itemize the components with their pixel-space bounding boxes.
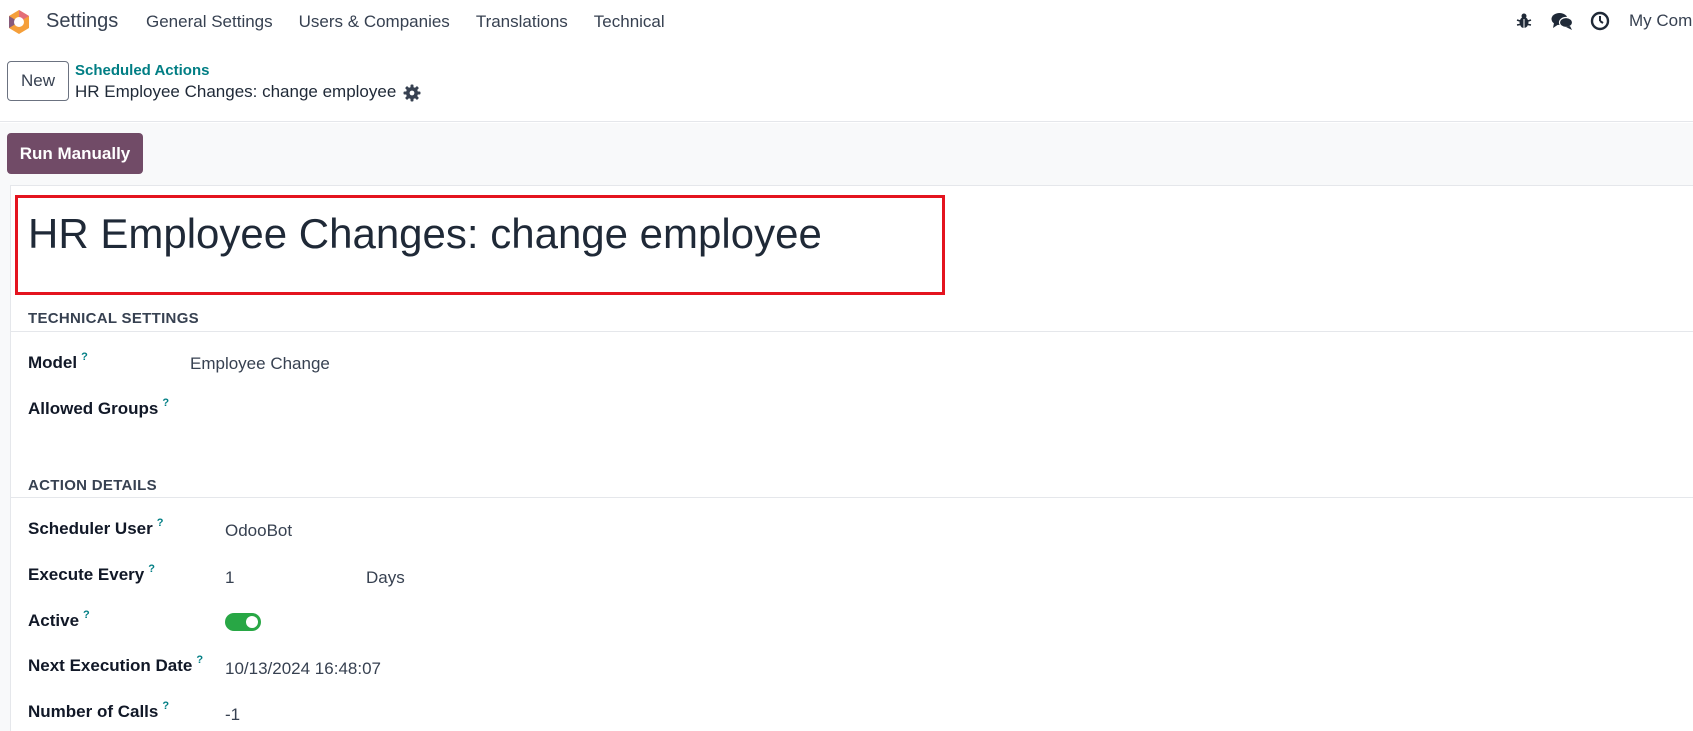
execute-every-number-input[interactable]: 1 — [225, 568, 234, 588]
gear-icon[interactable] — [403, 84, 421, 102]
company-switcher[interactable]: My Com — [1629, 11, 1693, 31]
top-navbar: Settings General Settings Users & Compan… — [0, 0, 1693, 44]
new-button[interactable]: New — [7, 61, 69, 101]
model-label: Model? — [28, 351, 88, 372]
next-execution-date-help-icon[interactable]: ? — [196, 654, 203, 666]
app-name[interactable]: Settings — [46, 10, 118, 33]
execute-every-label: Execute Every? — [28, 563, 155, 584]
systray: My Com — [1497, 10, 1693, 32]
section-technical-settings: TECHNICAL SETTINGS — [28, 310, 199, 327]
menu-technical[interactable]: Technical — [594, 12, 665, 32]
menu-users-companies[interactable]: Users & Companies — [299, 12, 450, 32]
model-help-icon[interactable]: ? — [81, 351, 88, 363]
number-of-calls-help-icon[interactable]: ? — [162, 700, 169, 712]
execute-every-help-icon[interactable]: ? — [148, 563, 155, 575]
active-help-icon[interactable]: ? — [83, 609, 90, 621]
chat-icon[interactable] — [1551, 10, 1573, 32]
breadcrumb-scheduled-actions[interactable]: Scheduled Actions — [75, 62, 209, 79]
scheduler-user-label: Scheduler User? — [28, 517, 164, 538]
clock-icon[interactable] — [1589, 10, 1611, 32]
toggle-knob — [246, 616, 258, 628]
menu-translations[interactable]: Translations — [476, 12, 568, 32]
scheduler-user-value[interactable]: OdooBot — [225, 521, 292, 541]
active-label: Active? — [28, 609, 90, 630]
active-toggle[interactable] — [225, 613, 261, 631]
next-execution-date-label: Next Execution Date? — [28, 654, 204, 675]
number-of-calls-label: Number of Calls? — [28, 700, 170, 721]
allowed-groups-help-icon[interactable]: ? — [162, 397, 169, 409]
next-execution-date-value[interactable]: 10/13/2024 16:48:07 — [225, 659, 381, 679]
scheduler-user-help-icon[interactable]: ? — [157, 517, 164, 529]
form-action-bar: Run Manually — [0, 123, 1693, 185]
app-logo-icon[interactable] — [6, 9, 32, 35]
breadcrumb-current-record: HR Employee Changes: change employee — [75, 82, 397, 101]
section-divider — [11, 497, 1693, 498]
main-menu: General Settings Users & Companies Trans… — [146, 12, 691, 32]
control-panel: New Scheduled Actions HR Employee Change… — [0, 44, 1693, 122]
section-divider — [11, 331, 1693, 332]
number-of-calls-value[interactable]: -1 — [225, 705, 240, 725]
execute-every-unit-select[interactable]: Days — [366, 568, 405, 588]
menu-general-settings[interactable]: General Settings — [146, 12, 273, 32]
run-manually-button[interactable]: Run Manually — [7, 133, 143, 174]
record-title-field[interactable]: HR Employee Changes: change employee — [28, 210, 822, 258]
bug-icon[interactable] — [1513, 10, 1535, 32]
allowed-groups-label: Allowed Groups? — [28, 397, 170, 418]
section-action-details: ACTION DETAILS — [28, 477, 157, 494]
sheet-gutter — [0, 185, 10, 731]
model-value[interactable]: Employee Change — [190, 354, 330, 374]
